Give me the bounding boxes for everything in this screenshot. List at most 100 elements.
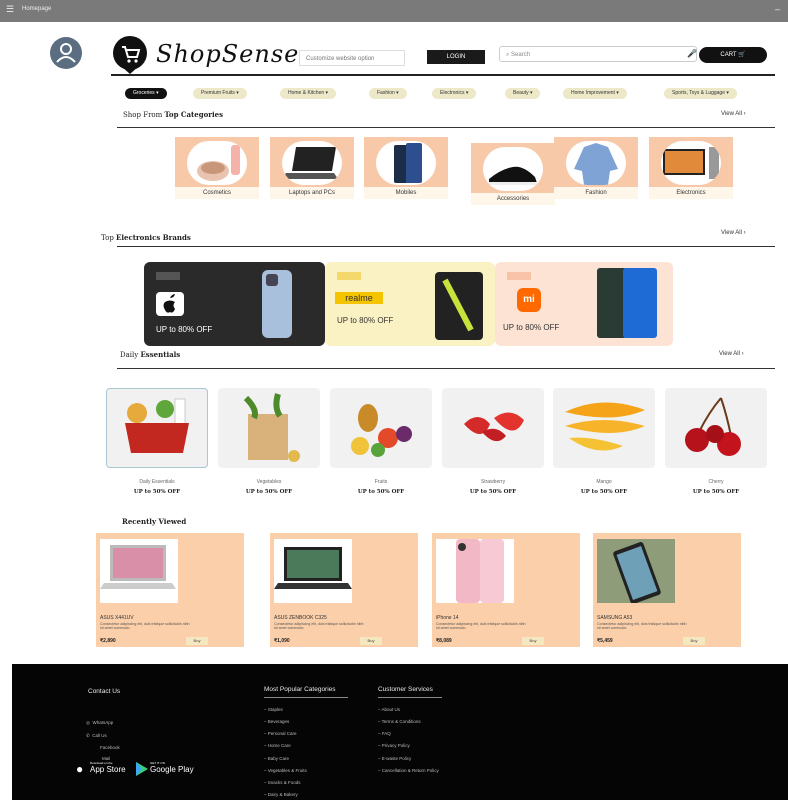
top-categories-view-all[interactable]: View All ›	[721, 111, 746, 117]
buy-button[interactable]: Buy	[683, 637, 705, 645]
category-cosmetics[interactable]: Cosmetics	[175, 137, 259, 199]
product-price: ₹1,090	[274, 638, 290, 644]
product-description: Consectetur adipiscing elit, duis tristi…	[100, 622, 190, 631]
footer-link[interactable]: – Snacks & Foods	[264, 780, 301, 785]
mic-icon[interactable]: 🎤	[687, 49, 697, 58]
nav-premium-fruits[interactable]: Premium Fruits ▾	[193, 88, 247, 99]
menu-icon[interactable]: ☰	[6, 4, 14, 15]
nav-home-improvement[interactable]: Home Improvement ▾	[563, 88, 627, 99]
buy-button[interactable]: Buy	[360, 637, 382, 645]
call-link[interactable]: ✆ Call Us	[86, 733, 107, 739]
category-fashion[interactable]: Fashion	[554, 137, 638, 199]
user-avatar[interactable]	[50, 37, 82, 69]
category-accessories[interactable]: Accessories	[471, 143, 555, 205]
brand-card-realme[interactable]: realme UP to 80% OFF	[325, 262, 495, 346]
facebook-link[interactable]: Facebook	[100, 745, 120, 750]
category-laptops[interactable]: Laptops and PCs	[270, 137, 354, 199]
category-electronics[interactable]: Electronics	[649, 137, 733, 199]
footer-link[interactable]: – Vegetables & Fruits	[264, 768, 307, 773]
essential-name: Strawberry	[480, 479, 506, 485]
apple-logo-icon	[156, 292, 184, 316]
fashion-image	[566, 141, 626, 185]
category-label: Fashion	[554, 187, 638, 199]
google-play-badge[interactable]: GET IT ON Google Play	[134, 761, 196, 777]
essential-mango[interactable]	[553, 388, 655, 468]
footer-link[interactable]: – Cancellation & Return Policy	[378, 768, 439, 773]
apple-icon: ●	[76, 762, 84, 776]
essential-fruits[interactable]	[330, 388, 432, 468]
brand-logo[interactable]	[113, 36, 147, 70]
fruits-image	[351, 404, 412, 457]
footer-link[interactable]: – FAQ	[378, 731, 391, 736]
cart-button[interactable]: CART 🛒	[699, 47, 767, 63]
recent-item-asus-zenbook[interactable]: ASUS ZENBOOK C325 Consectetur adipiscing…	[270, 533, 418, 647]
footer-link[interactable]: – Dairy & Bakery	[264, 792, 298, 797]
minimize-icon[interactable]: –	[775, 4, 780, 14]
nav-label: Premium Fruits	[201, 90, 235, 96]
brand-offer: UP to 80% OFF	[156, 325, 213, 334]
mi-logo: mi	[517, 288, 541, 312]
electronics-brands-title: Top Electronics Brands	[101, 233, 191, 242]
nav-beauty[interactable]: Beauty ▾	[505, 88, 541, 99]
category-label: Electronics	[649, 187, 733, 199]
nav-sports-toys-luggage[interactable]: Sports, Toys & Luggage ▾	[664, 88, 737, 99]
nav-label: Groceries	[133, 90, 155, 96]
buy-button[interactable]: Buy	[186, 637, 208, 645]
recent-item-samsung-a53[interactable]: SAMSUNG A53 Consectetur adipiscing elit,…	[593, 533, 741, 647]
product-description: Consectetur adipiscing elit, duis tristi…	[436, 622, 526, 631]
essential-name: Mango	[596, 479, 612, 485]
recent-item-asus-x441uv[interactable]: ASUS X441UV Consectetur adipiscing elit,…	[96, 533, 244, 647]
search-placeholder: Search	[511, 52, 531, 58]
nav-label: Fashion	[377, 90, 395, 96]
brand-card-apple[interactable]: UP to 80% OFF	[144, 262, 325, 346]
footer-divider	[378, 697, 442, 698]
section-divider	[117, 368, 775, 369]
essential-offer: UP to 50% OFF	[245, 489, 293, 495]
essential-daily[interactable]	[106, 388, 208, 468]
category-mobiles[interactable]: Mobiles	[364, 137, 448, 199]
iphone-image	[256, 268, 306, 342]
footer-link[interactable]: – Staples	[264, 707, 283, 712]
product-name: SAMSUNG A53	[597, 615, 633, 621]
section-divider	[117, 127, 775, 128]
app-store-badge[interactable]: ● Download on the App Store	[74, 761, 130, 777]
product-price: ₹8,089	[436, 638, 452, 644]
essential-strawberry[interactable]	[442, 388, 544, 468]
nav-electronics[interactable]: Electronics ▾	[432, 88, 477, 99]
grocery-basket-image	[125, 398, 189, 453]
nav-home-kitchen[interactable]: Home & Kitchen ▾	[280, 88, 337, 99]
buy-button[interactable]: Buy	[522, 637, 544, 645]
essential-vegetables[interactable]	[218, 388, 320, 468]
footer-link[interactable]: – Baby Care	[264, 756, 289, 761]
badge-text: Google Play	[150, 765, 194, 774]
location-select[interactable]: Customize website option	[299, 50, 405, 66]
footer-link[interactable]: – Privacy Policy	[378, 743, 410, 748]
brand-card-mi[interactable]: mi UP to 80% OFF	[495, 262, 673, 346]
footer-link[interactable]: – Personal Care	[264, 731, 297, 736]
electronics-brands-view-all[interactable]: View All ›	[721, 230, 746, 236]
logo-pin-tip	[121, 66, 139, 74]
nav-groceries[interactable]: Groceries ▾	[125, 88, 167, 99]
cart-icon: 🛒	[738, 52, 746, 58]
product-price: ₹2,890	[100, 638, 116, 644]
essential-cherry[interactable]	[665, 388, 767, 468]
search-input[interactable]: ⌕ Search	[499, 46, 697, 62]
whatsapp-link[interactable]: ◎ WhatsApp	[86, 720, 113, 726]
login-button[interactable]: LOGIN	[427, 50, 485, 64]
brand-tag	[156, 272, 180, 280]
essential-name: Cherry	[708, 479, 724, 485]
essential-name: Vegetables	[256, 479, 282, 485]
user-icon	[56, 43, 76, 63]
footer-link[interactable]: – E-waste Policy	[378, 756, 411, 761]
product-name: ASUS ZENBOOK C325	[274, 615, 327, 621]
footer-link[interactable]: – Beverages	[264, 719, 289, 724]
footer-divider	[264, 697, 348, 698]
footer-link[interactable]: – Terms & Conditions	[378, 719, 421, 724]
footer-link[interactable]: – Home Care	[264, 743, 291, 748]
cart-label: CART	[720, 52, 737, 58]
category-label: Accessories	[471, 193, 555, 205]
nav-fashion[interactable]: Fashion ▾	[369, 88, 407, 99]
recent-item-iphone-14[interactable]: iPhone 14 Consectetur adipiscing elit, d…	[432, 533, 580, 647]
daily-essentials-view-all[interactable]: View All ›	[719, 351, 744, 357]
footer-link[interactable]: – About Us	[378, 707, 400, 712]
